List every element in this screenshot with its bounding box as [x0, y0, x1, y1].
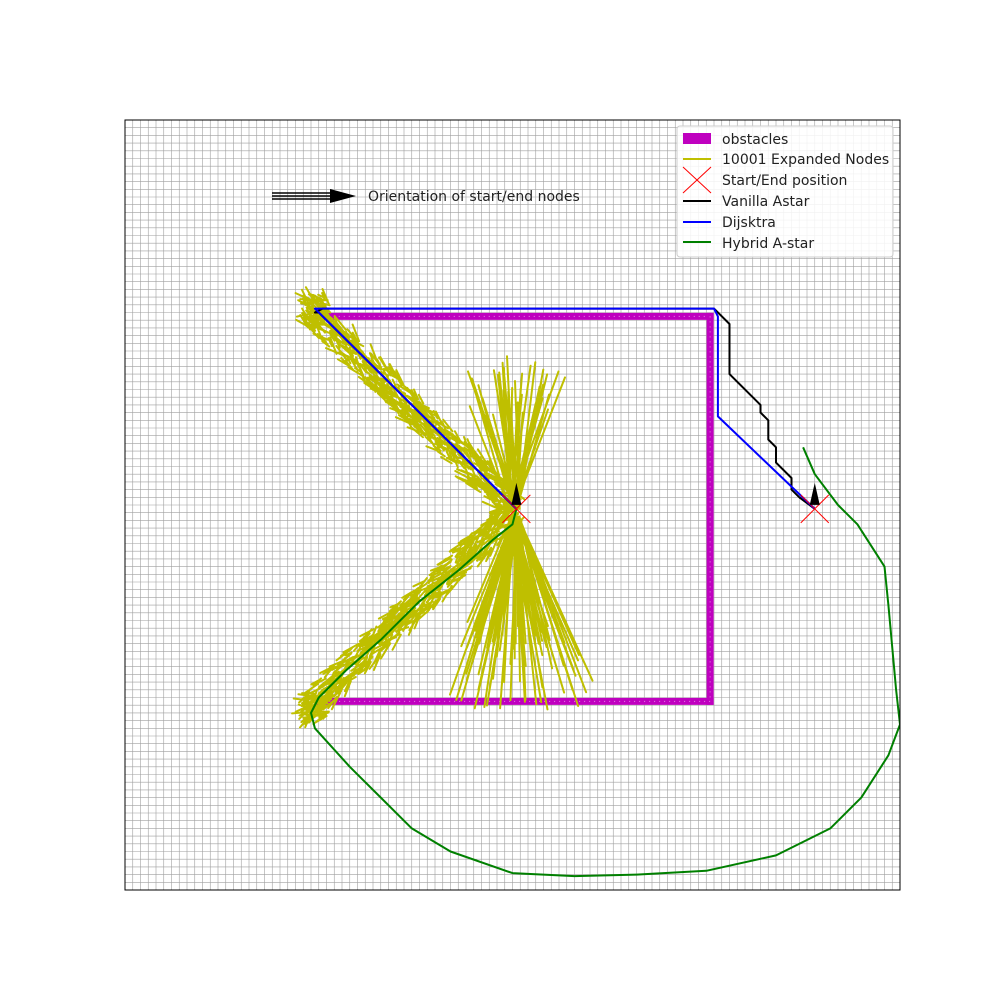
legend-label: Vanilla Astar [722, 194, 810, 210]
legend-swatch-obstacles [683, 133, 711, 144]
legend-label: obstacles [722, 132, 788, 148]
legend-label: Hybrid A-star [722, 236, 814, 252]
legend-label: 10001 Expanded Nodes [722, 152, 889, 168]
annotation-text: Orientation of start/end nodes [368, 189, 580, 205]
legend: obstacles 10001 Expanded Nodes Start/End… [676, 125, 894, 258]
legend-label: Dijsktra [722, 215, 776, 231]
chart: Orientation of start/end nodes obstacles… [0, 0, 1000, 1000]
legend-label: Start/End position [722, 173, 847, 189]
